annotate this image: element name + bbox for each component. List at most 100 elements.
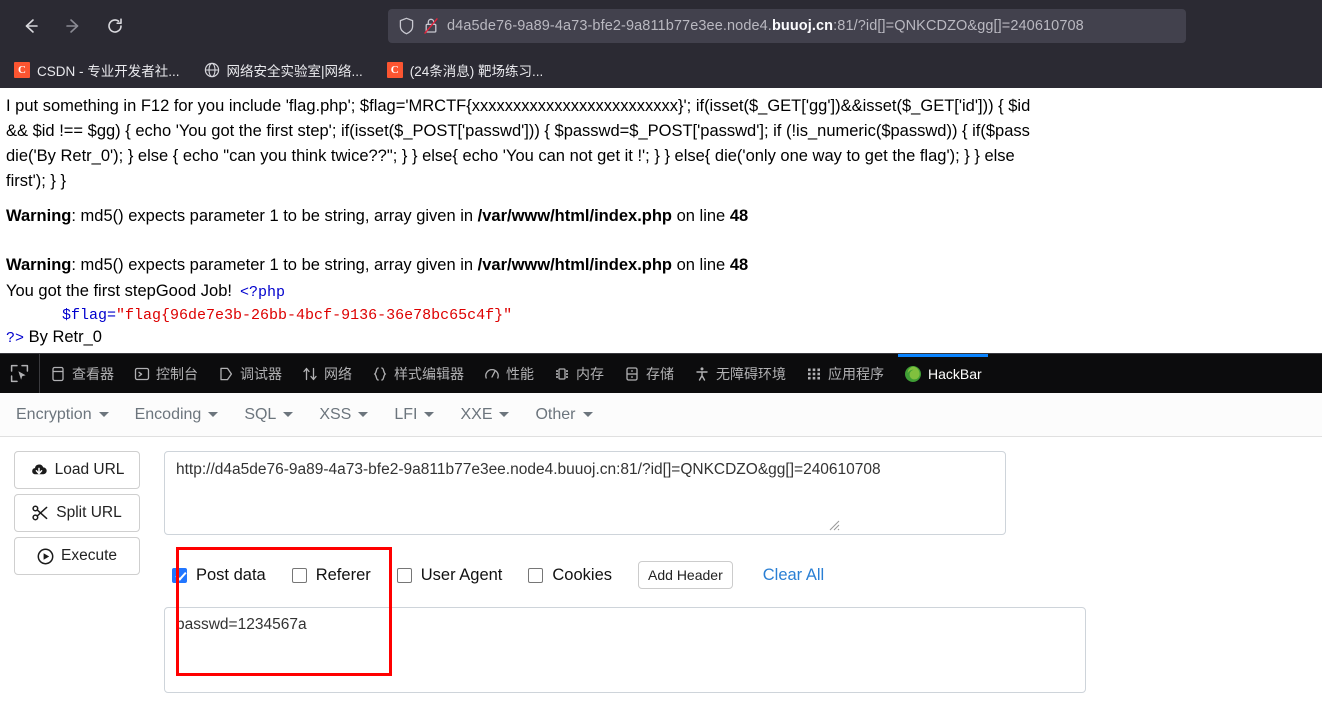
devtools-tab-application[interactable]: 应用程序	[796, 354, 894, 393]
url-prefix: d4a5de76-9a89-4a73-bfe2-9a811b77e3ee.nod…	[447, 18, 772, 34]
post-data-input[interactable]	[164, 607, 1086, 693]
user-agent-checkbox[interactable]	[396, 567, 412, 583]
execute-button[interactable]: Execute	[14, 537, 140, 575]
bookmark-label: (24条消息) 靶场练习...	[409, 64, 544, 79]
warning-online-text: on line	[672, 256, 730, 274]
option-referer[interactable]: Referer	[291, 566, 371, 585]
memory-icon	[554, 366, 570, 382]
devtools-tab-label: 性能	[506, 365, 534, 382]
back-button[interactable]	[14, 9, 48, 43]
button-label: Split URL	[56, 504, 122, 521]
load-url-button[interactable]: Load URL	[14, 451, 140, 489]
hackbar-menu-encoding[interactable]: Encoding	[135, 406, 219, 424]
flag-code-line: $flag="flag{96de7e3b-26bb-4bcf-9136-36e7…	[6, 304, 1322, 327]
debugger-icon	[218, 366, 234, 382]
devtools-tab-network[interactable]: 网络	[292, 354, 362, 393]
devtools-tab-debugger[interactable]: 调试器	[208, 354, 292, 393]
button-label: Load URL	[54, 461, 125, 478]
add-header-button[interactable]: Add Header	[638, 561, 733, 589]
option-label: User Agent	[420, 565, 503, 584]
result-line: You got the first stepGood Job! <?php	[6, 280, 1322, 304]
devtools-tab-accessibility[interactable]: 无障碍环境	[684, 354, 796, 393]
hackbar-menu-sql[interactable]: SQL	[244, 405, 294, 424]
reload-icon	[108, 18, 122, 33]
result-text: You got the first stepGood Job!	[6, 282, 232, 300]
flag-quote-open: "	[116, 307, 126, 324]
option-post-data[interactable]: Post data	[172, 566, 266, 585]
bookmark-item[interactable]: 网络安全实验室|网络...	[200, 57, 367, 83]
bookmark-label: 网络安全实验室|网络...	[226, 64, 363, 79]
cookies-checkbox[interactable]	[528, 567, 544, 583]
devtools-toolbar: 查看器 控制台 调试器 网络 样式编辑器 性能 内存 存储 无障碍环境 应用程序…	[0, 353, 1322, 393]
chevron-down-icon	[208, 412, 219, 417]
devtools-tab-hackbar[interactable]: HackBar	[894, 354, 992, 393]
insecure-lock-icon[interactable]	[423, 17, 439, 35]
hackbar-menubar: Encryption Encoding SQL XSS LFI XXE Othe…	[0, 393, 1322, 437]
warning-file: /var/www/html/index.php	[477, 207, 673, 225]
option-user-agent[interactable]: User Agent	[396, 565, 503, 585]
devtools-tab-performance[interactable]: 性能	[474, 354, 544, 393]
navigation-toolbar: d4a5de76-9a89-4a73-bfe2-9a811b77e3ee.nod…	[0, 0, 1322, 52]
php-dump-line: && $id !== $gg) { echo 'You got the firs…	[6, 122, 1030, 140]
devtools-tab-storage[interactable]: 存储	[614, 354, 684, 393]
element-picker-button[interactable]	[0, 354, 40, 393]
chevron-down-icon	[358, 412, 369, 417]
devtools-tab-memory[interactable]: 内存	[544, 354, 614, 393]
style-editor-icon	[372, 366, 388, 382]
hackbar-icon	[904, 365, 922, 383]
hackbar-menu-encryption[interactable]: Encryption	[16, 406, 109, 424]
storage-icon	[624, 366, 640, 382]
option-label: Post data	[196, 565, 266, 584]
reload-button[interactable]	[98, 9, 132, 43]
forward-button[interactable]	[56, 9, 90, 43]
back-arrow-icon	[25, 19, 38, 33]
hackbar-fields: Post data Referer User Agent Cookies Add…	[164, 451, 1322, 693]
warning-online-text: on line	[672, 207, 730, 225]
browser-chrome: d4a5de76-9a89-4a73-bfe2-9a811b77e3ee.nod…	[0, 0, 1322, 88]
warning-label: Warning	[6, 207, 72, 225]
clear-all-link[interactable]: Clear All	[763, 566, 824, 585]
network-icon	[302, 366, 318, 382]
menu-label: SQL	[244, 405, 277, 423]
devtools-tab-console[interactable]: 控制台	[124, 354, 208, 393]
shield-icon	[398, 17, 415, 35]
globe-favicon-icon	[204, 62, 220, 78]
devtools-tab-label: 无障碍环境	[716, 365, 786, 382]
php-warning-message: Warning: md5() expects parameter 1 to be…	[6, 253, 1322, 278]
bookmark-item[interactable]: C (24条消息) 靶场练习...	[383, 57, 548, 83]
warning-file: /var/www/html/index.php	[477, 256, 673, 274]
menu-label: Encryption	[16, 405, 92, 423]
devtools-tab-inspector[interactable]: 查看器	[40, 354, 124, 393]
php-dump-line: I put something in F12 for you include '…	[6, 97, 1031, 115]
hackbar-menu-lfi[interactable]: LFI	[394, 405, 435, 424]
devtools-tab-label: 调试器	[240, 365, 282, 382]
devtools-tab-style-editor[interactable]: 样式编辑器	[362, 354, 474, 393]
post-data-checkbox[interactable]	[172, 567, 187, 583]
bookmark-label: CSDN - 专业开发者社...	[37, 64, 180, 79]
hackbar-menu-other[interactable]: Other	[535, 406, 593, 424]
signature-text: By Retr_0	[24, 328, 102, 346]
split-url-button[interactable]: Split URL	[14, 494, 140, 532]
devtools-tab-label: 控制台	[156, 365, 198, 382]
referer-checkbox[interactable]	[291, 567, 307, 583]
page-viewport: I put something in F12 for you include '…	[0, 88, 1322, 353]
play-circle-icon	[37, 548, 54, 565]
option-cookies[interactable]: Cookies	[528, 566, 612, 585]
hackbar-panel: Encryption Encoding SQL XSS LFI XXE Othe…	[0, 393, 1322, 712]
address-bar[interactable]: d4a5de76-9a89-4a73-bfe2-9a811b77e3ee.nod…	[388, 9, 1186, 43]
cloud-download-icon	[30, 462, 48, 478]
devtools-tab-label: 样式编辑器	[394, 365, 464, 382]
devtools-tab-label: 查看器	[72, 365, 114, 382]
hackbar-menu-xxe[interactable]: XXE	[460, 406, 510, 424]
url-host: buuoj.cn	[771, 18, 834, 34]
warning-line-number: 48	[729, 256, 749, 274]
devtools-tab-label: 应用程序	[828, 365, 884, 382]
warning-text: : md5() expects parameter 1 to be string…	[71, 207, 478, 225]
url-input[interactable]	[164, 451, 1006, 535]
hackbar-menu-xss[interactable]: XSS	[319, 406, 369, 424]
chevron-down-icon	[582, 412, 593, 417]
menu-label: LFI	[394, 405, 418, 423]
bookmark-item[interactable]: C CSDN - 专业开发者社...	[10, 57, 184, 83]
php-dump-line: die('By Retr_0'); } else { echo "can you…	[6, 147, 1015, 165]
php-warning-message: Warning: md5() expects parameter 1 to be…	[6, 204, 1322, 229]
